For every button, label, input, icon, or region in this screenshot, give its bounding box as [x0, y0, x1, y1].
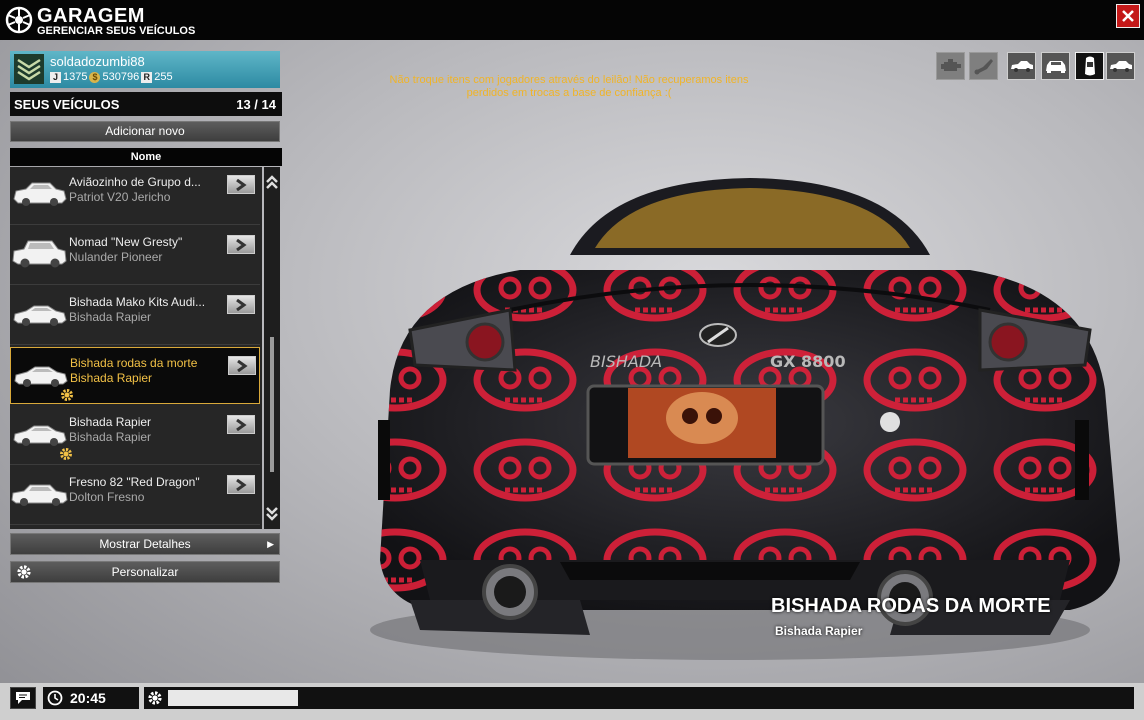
chevron-right-icon: [236, 238, 247, 251]
open-vehicle-button[interactable]: [227, 415, 255, 434]
vehicles-count: 13 / 14: [236, 97, 276, 112]
open-vehicle-button[interactable]: [227, 235, 255, 254]
side-view-button[interactable]: [1007, 52, 1036, 80]
open-vehicle-button[interactable]: [228, 356, 256, 375]
vehicle-model: Dolton Fresno: [69, 490, 145, 504]
customized-gear-icon: [61, 389, 73, 401]
selected-car-model: Bishada Rapier: [775, 624, 863, 638]
vehicle-model: Nulander Pioneer: [69, 250, 163, 264]
engine-view-button[interactable]: [936, 52, 965, 80]
bottom-bar: 20:45: [0, 683, 1144, 720]
garage-panel: soldadozumbi88 J 1375 $ 530796 R 255 SEU…: [8, 48, 282, 586]
open-vehicle-button[interactable]: [227, 295, 255, 314]
close-icon: [1122, 10, 1134, 22]
side-view-icon: [1010, 61, 1033, 72]
garage-logo-icon: [5, 6, 33, 34]
vehicle-list-item[interactable]: Fresno 82 "Red Dragon" Dolton Fresno: [10, 467, 260, 525]
vehicle-list: Aviãozinho de Grupo d... Patriot V20 Jer…: [10, 167, 262, 529]
level-badge-icon: J: [50, 71, 61, 83]
engine-icon: [940, 59, 961, 71]
status-progress-bar: [144, 687, 1134, 709]
add-vehicle-button[interactable]: Adicionar novo: [10, 121, 280, 142]
open-vehicle-button[interactable]: [227, 475, 255, 494]
top-view-icon: [1084, 56, 1095, 76]
chevron-right-icon: [237, 359, 248, 372]
trade-warning-notice: Não troque itens com jogadores através d…: [389, 74, 749, 99]
car-thumbnail-icon: [13, 425, 67, 446]
vehicle-list-item-selected[interactable]: Bishada rodas da morte Bishada Rapier: [10, 347, 260, 404]
clock-icon: [47, 690, 63, 706]
rear-view-button[interactable]: [1106, 52, 1135, 80]
car-thumbnail-icon: [11, 484, 68, 506]
horn-icon: [974, 59, 993, 75]
vehicle-name: Bishada Rapier: [69, 415, 152, 429]
top-view-button[interactable]: [1075, 52, 1104, 80]
car-badge-model: GX 8800: [770, 352, 846, 371]
customize-label: Personalizar: [111, 565, 179, 579]
vehicle-name: Nomad "New Gresty": [69, 235, 183, 249]
username: soldadozumbi88: [50, 54, 145, 69]
selected-car-title: BISHADA RODAS DA MORTE: [771, 595, 1051, 617]
level-value: 1375: [63, 71, 88, 83]
vehicle-model: Bishada Rapier: [70, 371, 153, 385]
chat-button[interactable]: [10, 687, 36, 709]
customize-button[interactable]: Personalizar: [10, 561, 280, 583]
open-vehicle-button[interactable]: [227, 175, 255, 194]
vehicle-model: Bishada Rapier: [69, 430, 152, 444]
chevron-right-icon: [236, 418, 247, 431]
vehicle-name: Aviãozinho de Grupo d...: [69, 175, 201, 189]
rating-value: 255: [154, 71, 173, 83]
progress-track: [168, 690, 528, 706]
scroll-up-icon[interactable]: [264, 173, 280, 193]
vehicles-section-title: SEUS VEÍCULOS: [14, 97, 120, 112]
horn-view-button[interactable]: [969, 52, 998, 80]
vehicle-list-scrollbar[interactable]: [264, 167, 280, 529]
car-thumbnail-icon: [13, 182, 67, 206]
rating-badge-icon: R: [141, 71, 153, 83]
scroll-thumb[interactable]: [270, 337, 274, 472]
top-bar: GARAGEM GERENCIAR SEUS VEÍCULOS: [0, 0, 1144, 40]
show-details-button[interactable]: Mostrar Detalhes ▶: [10, 533, 280, 555]
money-value: 530796: [102, 71, 140, 83]
arrow-right-icon: ▶: [267, 539, 274, 549]
vehicles-section-header: SEUS VEÍCULOS 13 / 14: [10, 92, 282, 116]
gear-icon: [17, 565, 31, 579]
vehicle-model: Bishada Rapier: [69, 310, 152, 324]
rank-chevron-icon: [14, 54, 44, 84]
progress-fill: [168, 690, 298, 706]
vehicle-model: Patriot V20 Jericho: [69, 190, 171, 204]
chevron-right-icon: [236, 478, 247, 491]
chevron-right-icon: [236, 178, 247, 191]
car-badge-bishada: BISHADA: [590, 352, 662, 371]
car-thumbnail-icon: [12, 240, 67, 268]
column-header-name[interactable]: Nome: [10, 148, 282, 166]
chat-bubble-icon: [16, 692, 30, 704]
vehicle-name: Bishada rodas da morte: [70, 356, 198, 370]
player-profile: soldadozumbi88 J 1375 $ 530796 R 255: [10, 51, 280, 88]
vehicle-name: Bishada Mako Kits Audi...: [69, 295, 206, 309]
close-button[interactable]: [1116, 4, 1140, 28]
player-stats: J 1375 $ 530796 R 255: [50, 71, 173, 83]
chevron-right-icon: [236, 298, 247, 311]
vehicle-list-item[interactable]: Aviãozinho de Grupo d... Patriot V20 Jer…: [10, 167, 260, 225]
scroll-down-icon[interactable]: [264, 503, 280, 523]
front-view-button[interactable]: [1041, 52, 1070, 80]
clock-time: 20:45: [70, 690, 106, 706]
vehicle-list-item[interactable]: Bishada Mako Kits Audi... Bishada Rapier: [10, 287, 260, 345]
settings-gear-icon[interactable]: [147, 690, 163, 706]
vehicle-list-item[interactable]: Nomad "New Gresty" Nulander Pioneer: [10, 227, 260, 285]
customized-gear-icon: [60, 448, 72, 460]
page-subtitle: GERENCIAR SEUS VEÍCULOS: [37, 25, 196, 37]
vehicle-list-item[interactable]: Bishada Rapier Bishada Rapier: [10, 407, 260, 465]
vehicle-name: Fresno 82 "Red Dragon": [69, 475, 200, 489]
car-thumbnail-icon: [14, 366, 68, 387]
dollar-coin-icon: $: [89, 71, 101, 83]
front-view-icon: [1045, 61, 1066, 73]
rear-view-icon: [1109, 61, 1132, 72]
car-thumbnail-icon: [13, 305, 67, 326]
show-details-label: Mostrar Detalhes: [99, 537, 191, 551]
clock-widget: 20:45: [43, 687, 139, 709]
